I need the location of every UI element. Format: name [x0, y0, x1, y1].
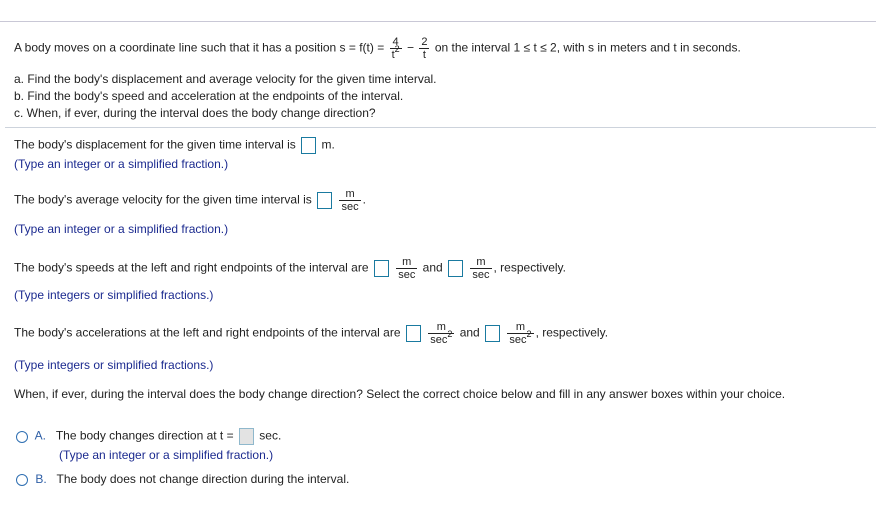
- right-speed-unit: m sec: [470, 256, 492, 281]
- section-divider: [5, 127, 876, 128]
- speeds-question: The body's speeds at the left and right …: [14, 256, 566, 281]
- speeds-hint: (Type integers or simplified fractions.): [14, 288, 214, 302]
- choice-b[interactable]: B. The body does not change direction du…: [16, 472, 349, 486]
- accelerations-question: The body's accelerations at the left and…: [14, 321, 609, 346]
- problem-statement: A body moves on a coordinate line such t…: [14, 36, 741, 61]
- choice-a-radio[interactable]: [16, 430, 28, 443]
- choice-a-letter: A.: [34, 428, 47, 443]
- avg-velocity-question: The body's average velocity for the give…: [14, 188, 366, 213]
- choice-b-letter: B.: [35, 472, 47, 486]
- right-speed-answer-input[interactable]: [448, 260, 464, 277]
- accelerations-hint: (Type integers or simplified fractions.): [14, 358, 214, 372]
- avg-velocity-answer-input[interactable]: [317, 192, 333, 209]
- left-acceleration-answer-input[interactable]: [405, 325, 421, 342]
- part-c: c. When, if ever, during the interval do…: [14, 106, 376, 120]
- fraction-term1: 4 t2: [389, 36, 402, 61]
- choice-b-radio[interactable]: [16, 473, 28, 486]
- displacement-question: The body's displacement for the given ti…: [14, 137, 335, 154]
- part-b: b. Find the body's speed and acceleratio…: [14, 89, 404, 103]
- minus-sign: −: [406, 40, 414, 55]
- part-a: a. Find the body's displacement and aver…: [14, 72, 437, 86]
- avg-velocity-unit: m sec: [339, 188, 361, 213]
- problem-intro-text: A body moves on a coordinate line such t…: [14, 40, 385, 55]
- problem-interval-text: on the interval 1 ≤ t ≤ 2, with s in met…: [434, 40, 741, 55]
- direction-question: When, if ever, during the interval does …: [14, 387, 786, 401]
- choice-a[interactable]: A. The body changes direction at t = sec…: [16, 428, 281, 445]
- displacement-unit: m.: [321, 137, 335, 152]
- top-divider: [0, 21, 876, 22]
- direction-time-answer-input[interactable]: [238, 428, 254, 445]
- right-acceleration-unit: m sec2: [507, 321, 534, 346]
- left-acceleration-unit: m sec2: [428, 321, 455, 346]
- left-speed-unit: m sec: [396, 256, 418, 281]
- left-speed-answer-input[interactable]: [373, 260, 389, 277]
- choice-a-hint: (Type an integer or a simplified fractio…: [59, 448, 274, 462]
- avg-velocity-hint: (Type an integer or a simplified fractio…: [14, 222, 229, 236]
- displacement-answer-input[interactable]: [301, 137, 317, 154]
- displacement-hint: (Type an integer or a simplified fractio…: [14, 157, 229, 171]
- right-acceleration-answer-input[interactable]: [485, 325, 501, 342]
- fraction-term2: 2 t: [419, 36, 430, 61]
